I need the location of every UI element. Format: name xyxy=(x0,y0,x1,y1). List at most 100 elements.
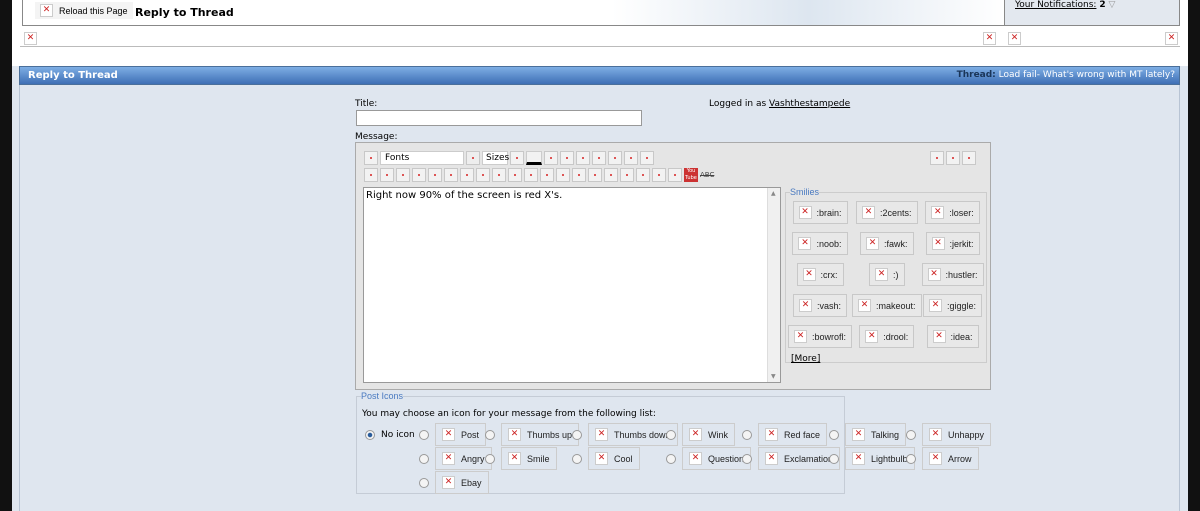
toolbar-button[interactable] xyxy=(636,168,650,182)
post-icon-option[interactable]: ✕ Talking xyxy=(829,423,907,446)
toolbar-button[interactable] xyxy=(428,168,442,182)
post-icon-radio[interactable] xyxy=(419,477,429,488)
post-icon-option[interactable]: ✕ Red face xyxy=(742,423,828,446)
smilie-button[interactable]: ✕:loser: xyxy=(925,201,980,224)
post-icon-label-box[interactable]: ✕ Question xyxy=(682,447,752,470)
italic-button[interactable] xyxy=(560,151,574,165)
username-link[interactable]: Vashthestampede xyxy=(769,99,850,109)
message-textarea[interactable]: Right now 90% of the screen is red X's. … xyxy=(363,187,781,383)
post-icon-option[interactable]: ✕ Thumbs up xyxy=(485,423,580,446)
toolbar-button[interactable] xyxy=(364,168,378,182)
align-right-button[interactable] xyxy=(624,151,638,165)
youtube-icon[interactable]: You Tube xyxy=(684,168,698,182)
toolbar-button[interactable] xyxy=(492,168,506,182)
post-icon-radio[interactable] xyxy=(829,429,839,440)
post-icon-radio[interactable] xyxy=(829,453,839,464)
toolbar-button[interactable] xyxy=(540,168,554,182)
post-icon-radio[interactable] xyxy=(742,453,752,464)
toolbar-button[interactable] xyxy=(652,168,666,182)
smilie-button[interactable]: ✕:brain: xyxy=(792,201,848,224)
smilie-button[interactable]: ✕:noob: xyxy=(792,232,848,255)
bold-button[interactable] xyxy=(544,151,558,165)
post-icon-label-box[interactable]: ✕ Exclamation xyxy=(758,447,841,470)
toolbar-button[interactable] xyxy=(524,168,538,182)
smilie-button[interactable]: ✕:) xyxy=(869,263,905,286)
align-center-button[interactable] xyxy=(608,151,622,165)
post-icon-option[interactable]: ✕ Exclamation xyxy=(742,447,841,470)
toolbar-button[interactable] xyxy=(668,168,682,182)
align-left-button[interactable] xyxy=(592,151,606,165)
post-icon-label-box[interactable]: ✕ Thumbs down xyxy=(588,423,678,446)
post-icon-radio[interactable] xyxy=(572,453,582,464)
shrink-editor-button[interactable] xyxy=(930,151,944,165)
textarea-scrollbar[interactable]: ▲ ▼ xyxy=(767,188,780,382)
post-icon-option[interactable]: ✕ Smile xyxy=(485,447,557,470)
post-icon-label-box[interactable]: ✕ Unhappy xyxy=(922,423,992,446)
resize-editor-button[interactable] xyxy=(946,151,960,165)
notifications-link[interactable]: Your Notifications: xyxy=(1015,0,1096,10)
post-icon-label-box[interactable]: ✕ Wink xyxy=(682,423,735,446)
post-icon-radio[interactable] xyxy=(906,429,916,440)
more-smilies-link[interactable]: [More] xyxy=(791,354,820,364)
toolbar-button[interactable] xyxy=(572,168,586,182)
smilie-button[interactable]: ✕:fawk: xyxy=(860,232,914,255)
post-icon-option[interactable]: ✕ Cool xyxy=(572,447,640,470)
post-icon-label-box[interactable]: ✕ Lightbulb xyxy=(845,447,915,470)
post-icon-label-box[interactable]: ✕ Cool xyxy=(588,447,640,470)
spellcheck-button[interactable]: ABC xyxy=(700,171,714,179)
post-icon-radio[interactable] xyxy=(742,429,752,440)
size-select[interactable]: Sizes xyxy=(482,151,509,165)
post-icon-option[interactable]: ✕ Angry xyxy=(419,447,492,470)
post-icon-option[interactable]: ✕ Unhappy xyxy=(906,423,992,446)
enlarge-editor-button[interactable] xyxy=(962,151,976,165)
smilie-button[interactable]: ✕:vash: xyxy=(793,294,848,317)
post-icon-radio[interactable] xyxy=(485,429,495,440)
toolbar-button[interactable] xyxy=(476,168,490,182)
radio-no-icon[interactable] xyxy=(365,430,375,440)
post-icon-radio[interactable] xyxy=(906,453,916,464)
post-icon-option-none[interactable]: No icon xyxy=(365,430,415,440)
smilie-button[interactable]: ✕:makeout: xyxy=(852,294,922,317)
post-icon-label-box[interactable]: ✕ Arrow xyxy=(922,447,979,470)
remove-format-button[interactable] xyxy=(364,151,378,165)
scroll-up-icon[interactable]: ▲ xyxy=(771,190,776,197)
post-icon-label-box[interactable]: ✕ Smile xyxy=(501,447,557,470)
post-icon-radio[interactable] xyxy=(666,429,676,440)
post-icon-label-box[interactable]: ✕ Angry xyxy=(435,447,492,470)
chevron-down-icon[interactable]: ▽ xyxy=(1108,0,1115,10)
post-icon-label-box[interactable]: ✕ Thumbs up xyxy=(501,423,580,446)
post-icon-label-box[interactable]: ✕ Red face xyxy=(758,423,828,446)
toolbar-button[interactable] xyxy=(620,168,634,182)
toolbar-button[interactable] xyxy=(396,168,410,182)
toolbar-button[interactable] xyxy=(556,168,570,182)
post-icon-label-box[interactable]: ✕ Post xyxy=(435,423,487,446)
toolbar-button[interactable] xyxy=(380,168,394,182)
post-icon-option[interactable]: ✕ Arrow xyxy=(906,447,979,470)
post-icon-label-box[interactable]: ✕ Ebay xyxy=(435,471,489,494)
post-icon-radio[interactable] xyxy=(485,453,495,464)
smilie-button[interactable]: ✕:hustler: xyxy=(921,263,984,286)
toolbar-button[interactable] xyxy=(412,168,426,182)
smilie-button[interactable]: ✕:idea: xyxy=(926,325,979,348)
font-select[interactable]: Fonts xyxy=(380,151,464,165)
reload-page-link[interactable]: Reload this Page xyxy=(59,6,128,16)
post-icon-radio[interactable] xyxy=(666,453,676,464)
toolbar-button[interactable] xyxy=(508,168,522,182)
toolbar-button[interactable] xyxy=(460,168,474,182)
smilie-button[interactable]: ✕:jerkit: xyxy=(925,232,980,255)
post-icon-option[interactable]: ✕ Wink xyxy=(666,423,735,446)
smilie-button[interactable]: ✕:drool: xyxy=(859,325,915,348)
toolbar-button[interactable] xyxy=(588,168,602,182)
post-icon-radio[interactable] xyxy=(419,453,429,464)
smilie-button[interactable]: ✕:bowrofl: xyxy=(788,325,853,348)
message-text[interactable]: Right now 90% of the screen is red X's. xyxy=(366,190,562,201)
post-icon-radio[interactable] xyxy=(419,429,429,440)
post-icon-option[interactable]: ✕ Question xyxy=(666,447,752,470)
size-dropdown-arrow[interactable] xyxy=(510,151,524,165)
scroll-down-icon[interactable]: ▼ xyxy=(771,373,776,380)
underline-button[interactable] xyxy=(576,151,590,165)
post-icon-option[interactable]: ✕ Thumbs down xyxy=(572,423,678,446)
smilie-button[interactable]: ✕:giggle: xyxy=(923,294,983,317)
post-icon-option[interactable]: ✕ Post xyxy=(419,423,487,446)
post-icon-label-box[interactable]: ✕ Talking xyxy=(845,423,907,446)
